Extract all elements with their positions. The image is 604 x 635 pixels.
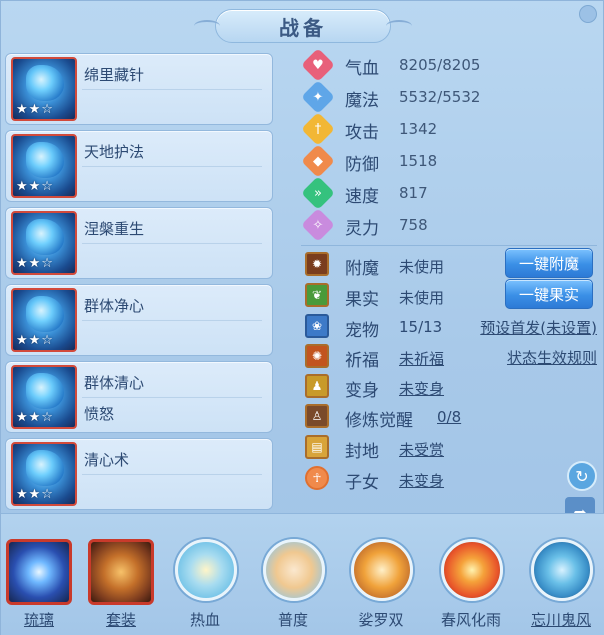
stat-mp: ✦ 魔法 5532/5532 <box>301 80 501 114</box>
skill-stars: ★★☆ <box>16 256 54 271</box>
child-icon: ☥ <box>305 466 329 490</box>
skill-card[interactable]: ★★☆ 涅槃重生 <box>5 207 273 279</box>
row-child: ☥ 子女 未变身 <box>303 465 601 493</box>
page-title: 战备 <box>279 15 327 40</box>
spring-rain-icon <box>441 539 503 601</box>
preset-first-pet-link[interactable]: 预设首发(未设置) <box>480 317 597 338</box>
skill-icon: ★★☆ <box>11 365 77 429</box>
cultivate-icon: ♙ <box>305 404 329 428</box>
row-enchant: ✹ 附魔 未使用 一键附魔 <box>303 248 601 279</box>
glaze-orb-icon <box>6 539 72 605</box>
blessing-link[interactable]: 未祈福 <box>399 348 444 369</box>
fief-icon: ▤ <box>305 435 329 459</box>
skill-card[interactable]: ★★☆ 天地护法 <box>5 130 273 202</box>
enchant-icon: ✹ <box>305 252 329 276</box>
speed-icon: » <box>301 176 335 210</box>
bottom-slot-ghost-wind[interactable]: 忘川鬼风 <box>525 539 597 631</box>
fruit-icon: ❦ <box>305 283 329 307</box>
skill-sub: 愤怒 <box>84 405 115 423</box>
paw-icon: ❀ <box>305 314 329 338</box>
ghost-wind-icon <box>531 539 593 601</box>
shield-icon: ◆ <box>301 144 335 178</box>
skill-icon: ★★☆ <box>11 57 77 121</box>
sword-icon: † <box>301 112 335 146</box>
divider <box>301 245 597 246</box>
transform-icon: ♟ <box>305 374 329 398</box>
battle-prep-panel: 战备 ★★☆ 绵里藏针 ★★☆ 天地护法 ★★☆ 涅槃重生 ★★☆ 群体净心 ★… <box>0 0 604 635</box>
stat-defense: ◆ 防御 1518 <box>301 144 501 178</box>
bottom-slot-salvation[interactable]: 普度 <box>257 539 329 631</box>
status-rules-link[interactable]: 状态生效规则 <box>507 347 597 368</box>
row-cultivate: ♙ 修炼觉醒 0/8 <box>303 403 601 431</box>
skill-icon: ★★☆ <box>11 211 77 275</box>
close-button[interactable] <box>579 5 597 23</box>
skill-card[interactable]: ★★☆ 群体清心 愤怒 <box>5 361 273 433</box>
one-click-enchant-button[interactable]: 一键附魔 <box>505 248 593 278</box>
cultivate-link[interactable]: 0/8 <box>437 408 461 426</box>
skill-card[interactable]: ★★☆ 绵里藏针 <box>5 53 273 125</box>
skill-stars: ★★☆ <box>16 179 54 194</box>
skill-name: 清心术 <box>84 451 130 469</box>
child-link[interactable]: 未变身 <box>399 470 444 491</box>
skill-stars: ★★☆ <box>16 102 54 117</box>
skill-card[interactable]: ★★☆ 清心术 <box>5 438 273 510</box>
stat-spirit: ✧ 灵力 758 <box>301 208 501 242</box>
heart-icon: ♥ <box>301 48 335 82</box>
row-fief: ▤ 封地 未受赏 <box>303 434 601 462</box>
sala-icon <box>351 539 413 601</box>
row-blessing: ✺ 祈福 未祈福 状态生效规则 <box>303 343 601 371</box>
stat-hp: ♥ 气血 8205/8205 <box>301 48 501 82</box>
skill-name: 绵里藏针 <box>84 66 145 84</box>
row-pet: ❀ 宠物 15/13 预设首发(未设置) <box>303 313 601 341</box>
salvation-icon <box>263 539 325 601</box>
skill-name: 群体净心 <box>84 297 145 315</box>
armor-set-icon <box>88 539 154 605</box>
transform-link[interactable]: 未变身 <box>399 378 444 399</box>
hot-blood-icon <box>175 539 237 601</box>
row-fruit: ❦ 果实 未使用 一键果实 <box>303 279 601 310</box>
skill-icon: ★★☆ <box>11 288 77 352</box>
fief-link[interactable]: 未受赏 <box>399 439 444 460</box>
bottom-slot-sala[interactable]: 娑罗双 <box>345 539 417 631</box>
skill-icon: ★★☆ <box>11 134 77 198</box>
blessing-icon: ✺ <box>305 344 329 368</box>
stat-attack: † 攻击 1342 <box>301 112 501 146</box>
title-bar: 战备 <box>194 9 412 43</box>
skill-stars: ★★☆ <box>16 487 54 502</box>
bottom-slot-spring-rain[interactable]: 春风化雨 <box>435 539 507 631</box>
spirit-icon: ✧ <box>301 208 335 242</box>
bottom-slot-glaze[interactable]: 琉璃 <box>3 539 75 631</box>
stat-speed: » 速度 817 <box>301 176 501 210</box>
skill-icon: ★★☆ <box>11 442 77 506</box>
refresh-icon[interactable]: ↻ <box>567 461 597 491</box>
skill-card[interactable]: ★★☆ 群体净心 <box>5 284 273 356</box>
bottom-slot-armor-set[interactable]: 套装 <box>85 539 157 631</box>
skill-name: 群体清心 <box>84 374 145 392</box>
skill-name: 天地护法 <box>84 143 145 161</box>
one-click-fruit-button[interactable]: 一键果实 <box>505 279 593 309</box>
skill-name: 涅槃重生 <box>84 220 145 238</box>
skill-stars: ★★☆ <box>16 410 54 425</box>
row-transform: ♟ 变身 未变身 <box>303 373 601 401</box>
skill-stars: ★★☆ <box>16 333 54 348</box>
bottom-slot-hot-blood[interactable]: 热血 <box>169 539 241 631</box>
mana-icon: ✦ <box>301 80 335 114</box>
